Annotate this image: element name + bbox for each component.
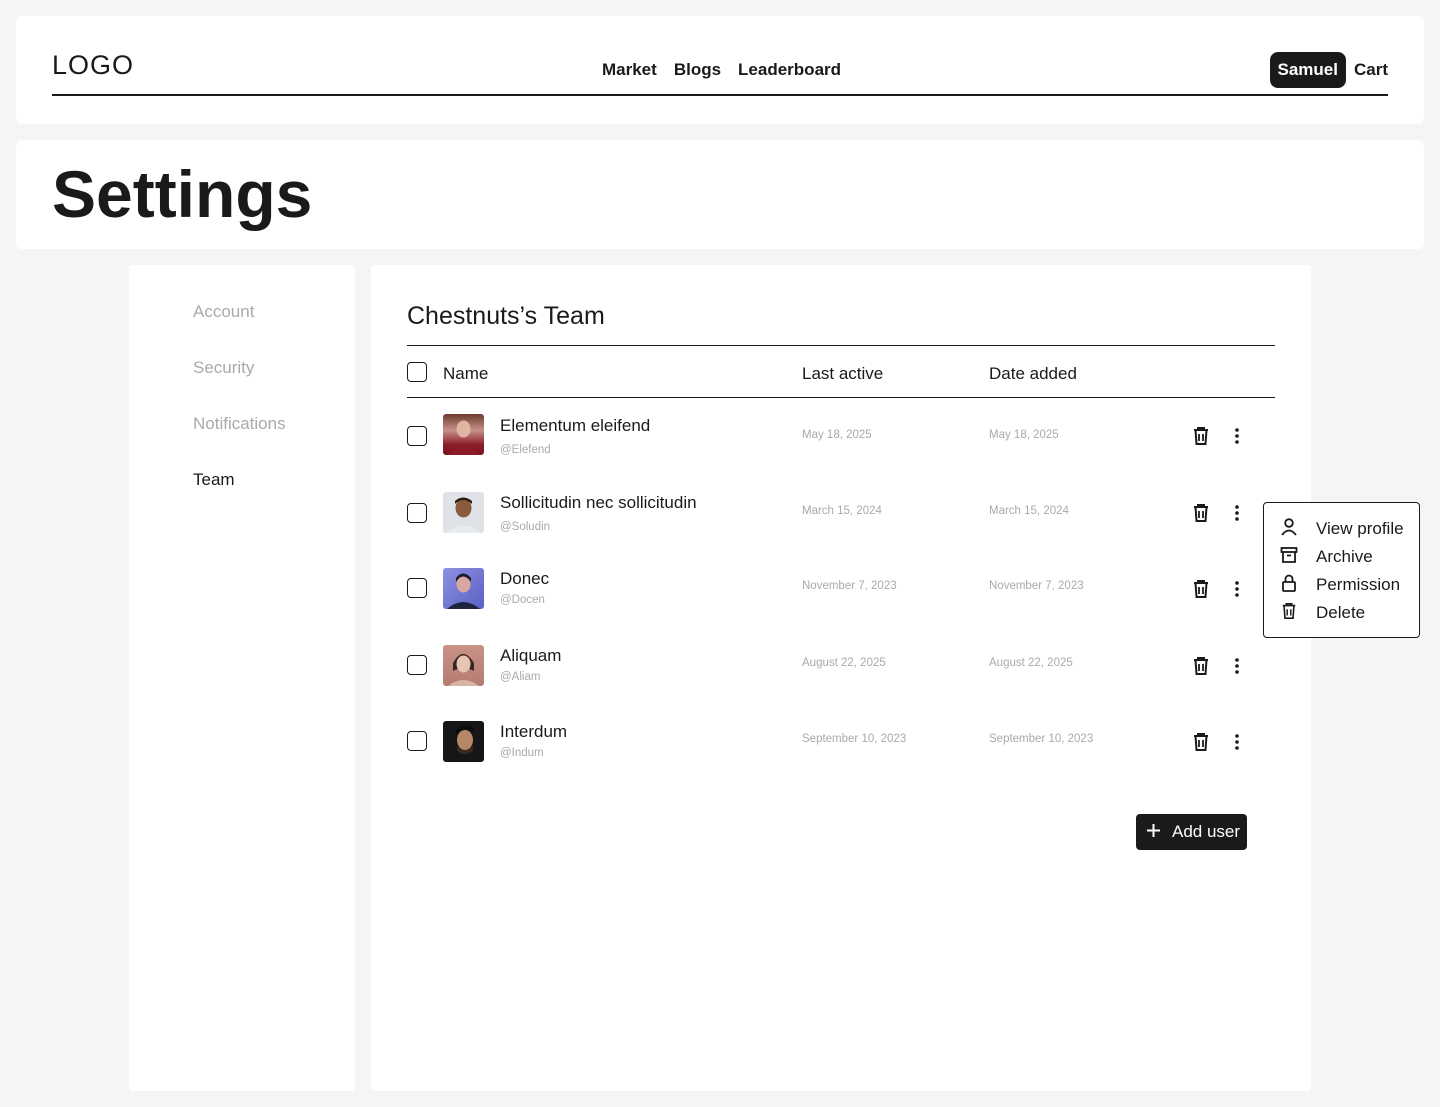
last-active: May 18, 2025 bbox=[802, 429, 872, 441]
table-row: Donec @Docen November 7, 2023 November 7… bbox=[407, 551, 1275, 628]
row-checkbox[interactable] bbox=[407, 426, 427, 446]
more-vertical-icon[interactable] bbox=[1226, 502, 1248, 524]
avatar bbox=[443, 491, 484, 533]
menu-label: Permission bbox=[1316, 575, 1401, 594]
select-all-checkbox[interactable] bbox=[407, 362, 427, 382]
more-vertical-icon[interactable] bbox=[1226, 655, 1248, 677]
add-user-label: Add user bbox=[1172, 822, 1241, 841]
row-checkbox[interactable] bbox=[407, 654, 427, 675]
team-title: Chestnuts’s Team bbox=[407, 302, 605, 330]
row-context-menu: View profile Archive Permission Delete bbox=[1263, 502, 1420, 638]
trash-icon[interactable] bbox=[1190, 502, 1212, 524]
date-added: August 22, 2025 bbox=[989, 656, 1073, 669]
trash-icon[interactable] bbox=[1190, 731, 1212, 753]
header-bar: LOGO Market Blogs Leaderboard Samuel Car… bbox=[52, 16, 1388, 96]
member-handle: @Aliam bbox=[500, 670, 541, 683]
table-row: Elementum eleifend @Elefend May 18, 2025… bbox=[407, 398, 1275, 475]
table-row: Sollicitudin nec sollicitudin @Soludin M… bbox=[407, 475, 1275, 552]
user-area: Samuel Cart bbox=[1269, 52, 1388, 88]
date-added: September 10, 2023 bbox=[989, 733, 1094, 745]
main-nav: Market Blogs Leaderboard bbox=[602, 60, 841, 80]
more-vertical-icon[interactable] bbox=[1226, 425, 1248, 447]
member-name[interactable]: Donec bbox=[500, 569, 549, 589]
avatar bbox=[443, 414, 484, 455]
table-row: Interdum @Indum September 10, 2023 Septe… bbox=[407, 704, 1275, 781]
sidebar-item-security[interactable]: Security bbox=[193, 358, 254, 378]
nav-leaderboard[interactable]: Leaderboard bbox=[738, 60, 841, 80]
avatar bbox=[443, 721, 484, 762]
team-table: Name Last active Date added Elementum el… bbox=[407, 345, 1275, 781]
table-row: Aliquam @Aliam August 22, 2025 August 22… bbox=[407, 628, 1275, 705]
row-checkbox[interactable] bbox=[407, 502, 427, 523]
sidebar-item-notifications[interactable]: Notifications bbox=[193, 414, 286, 434]
logo[interactable]: LOGO bbox=[52, 50, 134, 81]
menu-label: View profile bbox=[1316, 519, 1404, 538]
row-checkbox[interactable] bbox=[407, 578, 427, 598]
page-title: Settings bbox=[52, 157, 313, 231]
more-vertical-icon[interactable] bbox=[1226, 578, 1248, 600]
member-handle: @Elefend bbox=[500, 444, 551, 456]
menu-item-view-profile[interactable]: View profile bbox=[1280, 517, 1404, 541]
more-vertical-icon[interactable] bbox=[1226, 731, 1248, 753]
trash-icon bbox=[1280, 602, 1298, 625]
menu-item-archive[interactable]: Archive bbox=[1280, 546, 1373, 568]
trash-icon[interactable] bbox=[1190, 578, 1212, 600]
cart-link[interactable]: Cart bbox=[1354, 60, 1388, 80]
date-added: May 18, 2025 bbox=[989, 429, 1059, 441]
add-user-button[interactable]: Add user bbox=[1136, 814, 1247, 850]
lock-icon bbox=[1280, 574, 1298, 597]
col-name[interactable]: Name bbox=[443, 364, 488, 384]
last-active: March 15, 2024 bbox=[802, 504, 882, 517]
menu-label: Archive bbox=[1316, 547, 1373, 566]
nav-blogs[interactable]: Blogs bbox=[674, 60, 721, 80]
nav-market[interactable]: Market bbox=[602, 60, 657, 80]
member-handle: @Indum bbox=[500, 747, 544, 759]
member-handle: @Docen bbox=[500, 594, 545, 606]
menu-item-delete[interactable]: Delete bbox=[1280, 602, 1365, 624]
trash-icon[interactable] bbox=[1190, 425, 1212, 447]
member-name[interactable]: Interdum bbox=[500, 722, 567, 742]
sidebar-item-team[interactable]: Team bbox=[193, 470, 235, 490]
member-name[interactable]: Elementum eleifend bbox=[500, 416, 650, 436]
trash-icon[interactable] bbox=[1190, 655, 1212, 677]
avatar bbox=[443, 568, 484, 609]
top-header: LOGO Market Blogs Leaderboard Samuel Car… bbox=[16, 16, 1424, 124]
last-active: August 22, 2025 bbox=[802, 656, 886, 669]
last-active: November 7, 2023 bbox=[802, 580, 897, 592]
avatar bbox=[443, 644, 484, 686]
date-added: March 15, 2024 bbox=[989, 504, 1069, 517]
last-active: September 10, 2023 bbox=[802, 733, 907, 745]
user-button[interactable]: Samuel bbox=[1269, 52, 1346, 88]
col-last-active[interactable]: Last active bbox=[802, 364, 883, 384]
date-added: November 7, 2023 bbox=[989, 580, 1084, 592]
team-panel: Chestnuts’s Team Name Last active Date a… bbox=[371, 265, 1311, 1091]
user-icon bbox=[1280, 517, 1298, 541]
table-header: Name Last active Date added bbox=[407, 345, 1275, 398]
sidebar-item-account[interactable]: Account bbox=[193, 302, 254, 322]
plus-icon bbox=[1147, 822, 1160, 842]
col-date-added[interactable]: Date added bbox=[989, 364, 1077, 384]
settings-sidebar: Account Security Notifications Team bbox=[129, 265, 355, 1091]
row-checkbox[interactable] bbox=[407, 731, 427, 751]
member-name[interactable]: Sollicitudin nec sollicitudin bbox=[500, 493, 697, 513]
member-name[interactable]: Aliquam bbox=[500, 646, 561, 666]
member-handle: @Soludin bbox=[500, 520, 551, 533]
menu-label: Delete bbox=[1316, 603, 1366, 622]
title-bar: Settings bbox=[16, 140, 1424, 249]
menu-item-permission[interactable]: Permission bbox=[1280, 574, 1400, 596]
archive-icon bbox=[1280, 546, 1298, 569]
